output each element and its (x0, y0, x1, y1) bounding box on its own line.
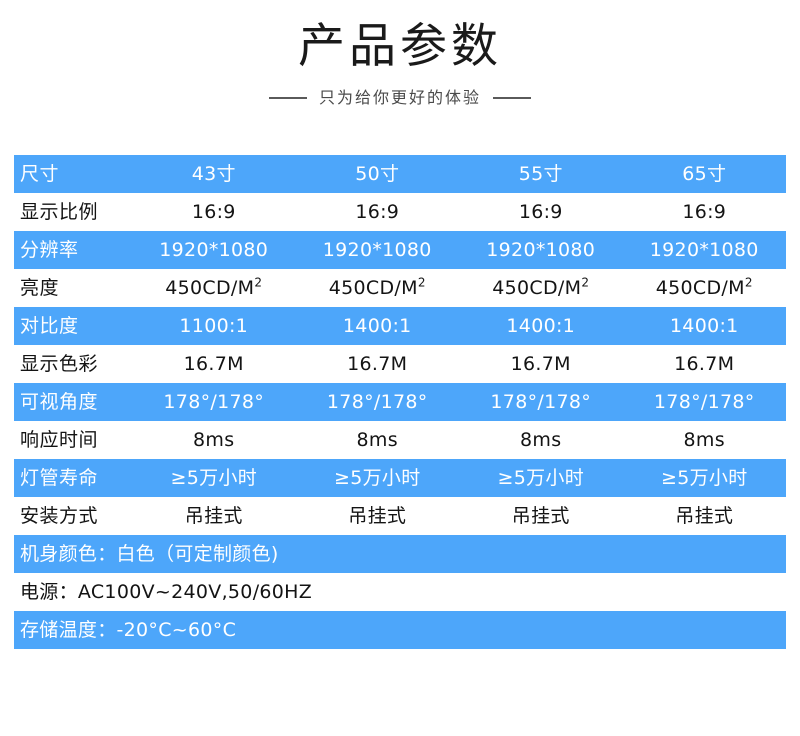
row-value: 450CD/M2 (655, 275, 753, 299)
table-row: 分辨率 1920*1080 1920*1080 1920*1080 1920*1080 (14, 231, 786, 269)
page-subtitle: 只为给你更好的体验 (318, 88, 481, 107)
subtitle-rule-right (493, 97, 531, 99)
row-value: 16.7M (183, 353, 244, 375)
row-label: 尺寸 (20, 163, 60, 185)
row-value: 178°/178° (490, 391, 592, 413)
full-row-text: 电源：AC100V~240V,50/60HZ (20, 581, 313, 603)
table-row: 尺寸 43寸 50寸 55寸 65寸 (14, 155, 786, 193)
row-label: 对比度 (20, 315, 79, 337)
subtitle-group: 只为给你更好的体验 (0, 88, 800, 108)
row-value: 8ms (356, 429, 398, 451)
table-row: 可视角度 178°/178° 178°/178° 178°/178° 178°/178° (14, 383, 786, 421)
unit-superscript: 2 (744, 275, 753, 290)
row-value: 1100:1 (179, 315, 249, 337)
table-row: 显示比例 16:9 16:9 16:9 16:9 (14, 193, 786, 231)
row-value: 65寸 (682, 163, 727, 185)
table-row: 灯管寿命 ≥5万小时 ≥5万小时 ≥5万小时 ≥5万小时 (14, 459, 786, 497)
row-value: 50寸 (355, 163, 400, 185)
unit-superscript: 2 (581, 275, 590, 290)
row-label: 安装方式 (20, 505, 99, 527)
row-value: ≥5万小时 (660, 467, 748, 489)
row-value: 16.7M (510, 353, 571, 375)
row-value: 1400:1 (506, 315, 576, 337)
row-label: 显示色彩 (20, 353, 99, 375)
table-row: 响应时间 8ms 8ms 8ms 8ms (14, 421, 786, 459)
row-value: 178°/178° (163, 391, 265, 413)
row-label: 响应时间 (20, 429, 99, 451)
table-row-full: 机身颜色：白色（可定制颜色) (14, 535, 786, 573)
row-value: 16:9 (191, 201, 236, 223)
product-spec-page: 产品参数 只为给你更好的体验 尺寸 43寸 50寸 55寸 65寸显示比例 16:9 16:… (0, 0, 800, 736)
row-value: 8ms (683, 429, 725, 451)
row-label: 分辨率 (20, 239, 79, 261)
row-value: ≥5万小时 (497, 467, 584, 489)
row-value: 450CD/M2 (492, 275, 590, 299)
table-row-full: 存储温度：-20°C~60°C (14, 611, 786, 649)
row-value: 16:9 (355, 201, 400, 223)
row-value: 1400:1 (669, 315, 739, 337)
row-value: 1400:1 (342, 315, 412, 337)
row-value: 8ms (193, 429, 235, 451)
row-value: 43寸 (191, 163, 236, 185)
row-value: 16.7M (674, 353, 735, 375)
row-label: 亮度 (20, 277, 60, 299)
unit-superscript: 2 (417, 275, 426, 290)
table-row: 安装方式 吊挂式 吊挂式 吊挂式 吊挂式 (14, 497, 786, 535)
row-value: 16.7M (347, 353, 408, 375)
row-value: 吊挂式 (675, 505, 734, 527)
full-row-text: 机身颜色：白色（可定制颜色) (20, 543, 279, 565)
row-value: 1920*1080 (486, 239, 596, 261)
page-title: 产品参数 (298, 19, 502, 74)
row-value: 1920*1080 (159, 239, 269, 261)
row-value: 1920*1080 (322, 239, 432, 261)
subtitle-rule-left (268, 97, 307, 99)
table-row: 显示色彩 16.7M 16.7M 16.7M 16.7M (14, 345, 786, 383)
table-row: 对比度 1100:1 1400:1 1400:1 1400:1 (14, 307, 786, 345)
row-value: ≥5万小时 (333, 467, 421, 489)
row-value: 178°/178° (326, 391, 428, 413)
row-value: 8ms (520, 429, 562, 451)
unit-superscript: 2 (254, 275, 263, 290)
row-value: 450CD/M2 (328, 275, 426, 299)
spec-table: 尺寸 43寸 50寸 55寸 65寸显示比例 16:9 16:9 16:9 16:9 分辨率 192… (14, 155, 786, 649)
row-value: 1920*1080 (649, 239, 759, 261)
table-row: 亮度 450CD/M2 450CD/M2 450CD/M2 450CD/M2 (14, 269, 786, 307)
page-header: 产品参数 只为给你更好的体验 (0, 0, 800, 108)
row-value: ≥5万小时 (170, 467, 257, 489)
row-value: 178°/178° (653, 391, 755, 413)
table-row-full: 电源：AC100V~240V,50/60HZ (14, 573, 786, 611)
row-value: 吊挂式 (184, 505, 243, 527)
row-label: 可视角度 (20, 391, 99, 413)
row-value: 吊挂式 (511, 505, 570, 527)
row-value: 16:9 (682, 201, 727, 223)
full-row-text: 存储温度：-20°C~60°C (20, 619, 237, 641)
row-value: 55寸 (518, 163, 563, 185)
row-label: 显示比例 (20, 201, 99, 223)
row-value: 吊挂式 (348, 505, 407, 527)
row-label: 灯管寿命 (20, 467, 99, 489)
row-value: 16:9 (518, 201, 563, 223)
row-value: 450CD/M2 (165, 275, 263, 299)
